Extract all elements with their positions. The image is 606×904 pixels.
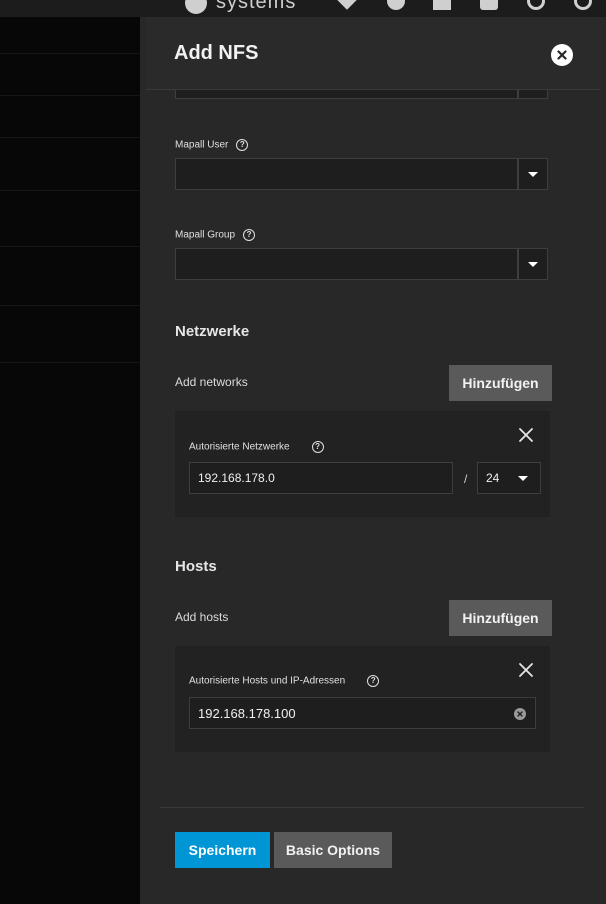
- authorized-hosts-label: Autorisierte Hosts und IP-Adressen: [189, 675, 346, 687]
- network-entry-card: Autorisierte Netzwerke? 192.168.178.0 / …: [175, 411, 550, 517]
- clear-input-icon[interactable]: [514, 708, 526, 720]
- help-icon[interactable]: ?: [236, 139, 249, 151]
- chevron-down-icon: [528, 261, 538, 267]
- basic-options-button[interactable]: Basic Options: [274, 832, 392, 868]
- settings-icon[interactable]: [527, 0, 545, 10]
- close-icon: [557, 50, 567, 60]
- authorized-networks-label: Autorisierte Netzwerke: [189, 441, 290, 453]
- mapall-group-input[interactable]: [175, 248, 518, 280]
- close-button[interactable]: [551, 44, 573, 66]
- list-divider: [0, 362, 140, 363]
- mapall-group-dropdown-button[interactable]: [518, 248, 548, 280]
- networks-section-title: Netzwerke: [175, 323, 250, 340]
- chevron-down-icon: [528, 171, 538, 177]
- mapall-user-input[interactable]: [175, 158, 518, 190]
- mapall-user-dropdown-button[interactable]: [518, 158, 548, 190]
- mapall-group-label: Mapall Group: [175, 229, 236, 241]
- mapall-group-label-row: Mapall Group?: [175, 229, 256, 241]
- host-address-value: 192.168.178.100: [198, 705, 296, 721]
- save-button[interactable]: Speichern: [175, 832, 270, 868]
- network-mask-value: 24: [486, 471, 500, 485]
- footer-divider: [160, 807, 584, 808]
- mapall-user-label: Mapall User: [175, 139, 229, 151]
- help-icon[interactable]: ?: [311, 441, 324, 453]
- status-icon[interactable]: [387, 0, 405, 10]
- brand-name: systems: [216, 0, 297, 13]
- help-icon[interactable]: ?: [243, 229, 256, 241]
- panel-header: Add NFS: [146, 17, 600, 90]
- network-mask-select[interactable]: 24: [477, 462, 541, 494]
- add-nfs-panel: Add NFS Mapall User? Mapall Group? Netzw…: [140, 17, 606, 904]
- add-networks-label: Add networks: [175, 375, 248, 389]
- list-divider: [0, 305, 140, 306]
- layers-icon[interactable]: [334, 0, 360, 10]
- top-bar: systems: [0, 0, 606, 17]
- network-address-input[interactable]: 192.168.178.0: [189, 462, 453, 494]
- list-divider: [0, 53, 140, 54]
- list-divider: [0, 137, 140, 138]
- tasks-icon[interactable]: [433, 0, 451, 10]
- host-address-input[interactable]: 192.168.178.100: [189, 697, 536, 729]
- hosts-section-title: Hosts: [175, 558, 217, 575]
- remove-network-icon[interactable]: [518, 427, 534, 443]
- brand-logo-icon: [185, 0, 207, 14]
- close-icon: [517, 711, 523, 717]
- help-icon[interactable]: ?: [367, 675, 380, 687]
- mapall-user-label-row: Mapall User?: [175, 139, 249, 151]
- notifications-icon[interactable]: [480, 0, 498, 10]
- background-list: [0, 17, 140, 904]
- host-entry-card: Autorisierte Hosts und IP-Adressen? 192.…: [175, 646, 550, 752]
- remove-host-icon[interactable]: [518, 662, 534, 678]
- authorized-networks-label-row: Autorisierte Netzwerke?: [189, 441, 324, 453]
- add-hosts-label: Add hosts: [175, 610, 229, 624]
- list-divider: [0, 190, 140, 191]
- chevron-down-icon: [518, 476, 528, 481]
- network-separator: /: [464, 472, 468, 486]
- power-icon[interactable]: [574, 0, 592, 10]
- authorized-hosts-label-row: Autorisierte Hosts und IP-Adressen?: [189, 675, 380, 687]
- list-divider: [0, 246, 140, 247]
- add-network-button[interactable]: Hinzufügen: [449, 365, 552, 401]
- add-host-button[interactable]: Hinzufügen: [449, 600, 552, 636]
- list-divider: [0, 95, 140, 96]
- panel-title: Add NFS: [174, 42, 259, 64]
